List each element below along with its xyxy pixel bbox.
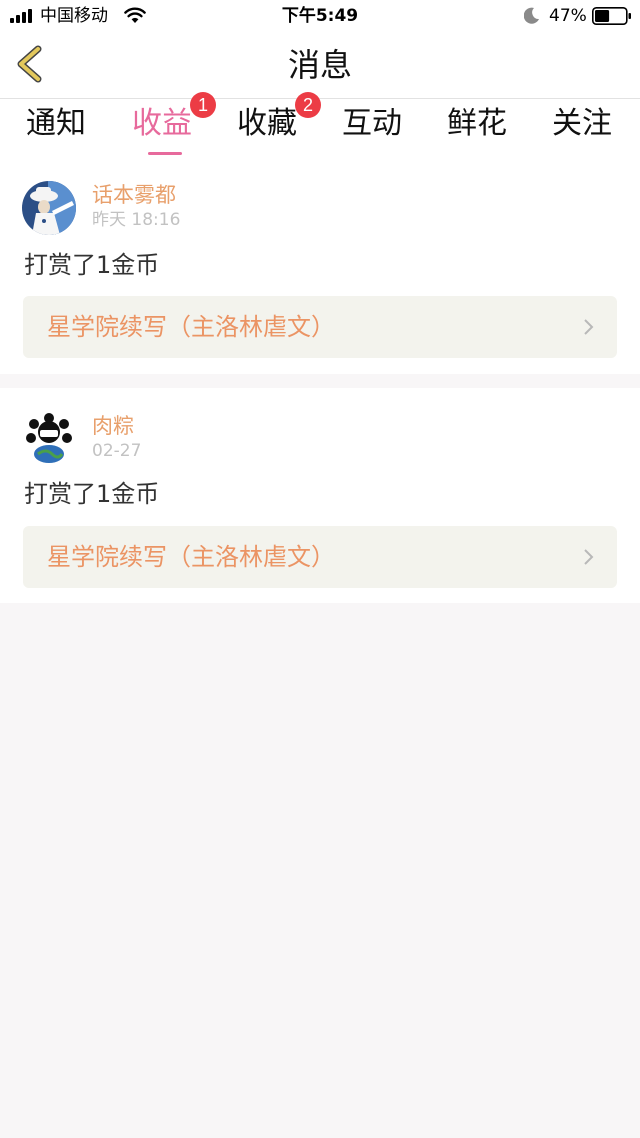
chevron-right-icon [584,319,594,335]
tab-flowers[interactable]: 鲜花 [425,105,529,155]
avatar[interactable] [22,410,76,464]
work-title: 星学院续写（主洛林虐文） [47,313,335,341]
nav-bar: 消息 [0,32,640,99]
status-bar: 中国移动 下午5:49 47% [0,0,640,32]
message-card: 话本雾都 昨天 18:16 打赏了1金币 星学院续写（主洛林虐文） [0,161,640,374]
tab-label: 鲜花 [447,106,507,141]
tab-label: 收益 [132,106,192,141]
tab-favorites[interactable]: 收藏 2 [215,92,321,155]
active-tab-indicator [148,152,182,155]
message-text: 打赏了1金币 [24,480,160,508]
tab-label: 通知 [26,106,86,141]
tab-label: 关注 [552,106,612,141]
tab-bar: 通知 收益 1 收藏 2 互动 鲜花 关注 [0,92,640,161]
tab-label: 收藏 [237,106,297,141]
work-link[interactable]: 星学院续写（主洛林虐文） [23,526,617,588]
moon-icon [524,7,539,24]
message-time: 昨天 18:16 [92,210,181,230]
tab-earnings[interactable]: 收益 1 [110,92,216,155]
tab-label: 互动 [342,106,402,141]
work-title: 星学院续写（主洛林虐文） [47,543,335,571]
tab-interactions[interactable]: 互动 [320,105,424,155]
message-time: 02-27 [92,441,142,461]
status-time: 下午5:49 [281,6,359,26]
page-title: 消息 [287,46,352,84]
chevron-right-icon [584,549,594,565]
tab-following[interactable]: 关注 [530,105,634,155]
unread-badge: 2 [295,92,321,118]
unread-badge: 1 [190,92,216,118]
username[interactable]: 肉粽 [92,413,134,439]
message-card: 肉粽 02-27 打赏了1金币 星学院续写（主洛林虐文） [0,388,640,603]
message-text: 打赏了1金币 [24,251,160,279]
avatar[interactable] [22,181,76,235]
battery-icon [592,7,631,25]
tab-notifications[interactable]: 通知 [4,105,108,155]
battery-percent: 47% [549,6,587,26]
username[interactable]: 话本雾都 [92,182,176,208]
work-link[interactable]: 星学院续写（主洛林虐文） [23,296,617,358]
